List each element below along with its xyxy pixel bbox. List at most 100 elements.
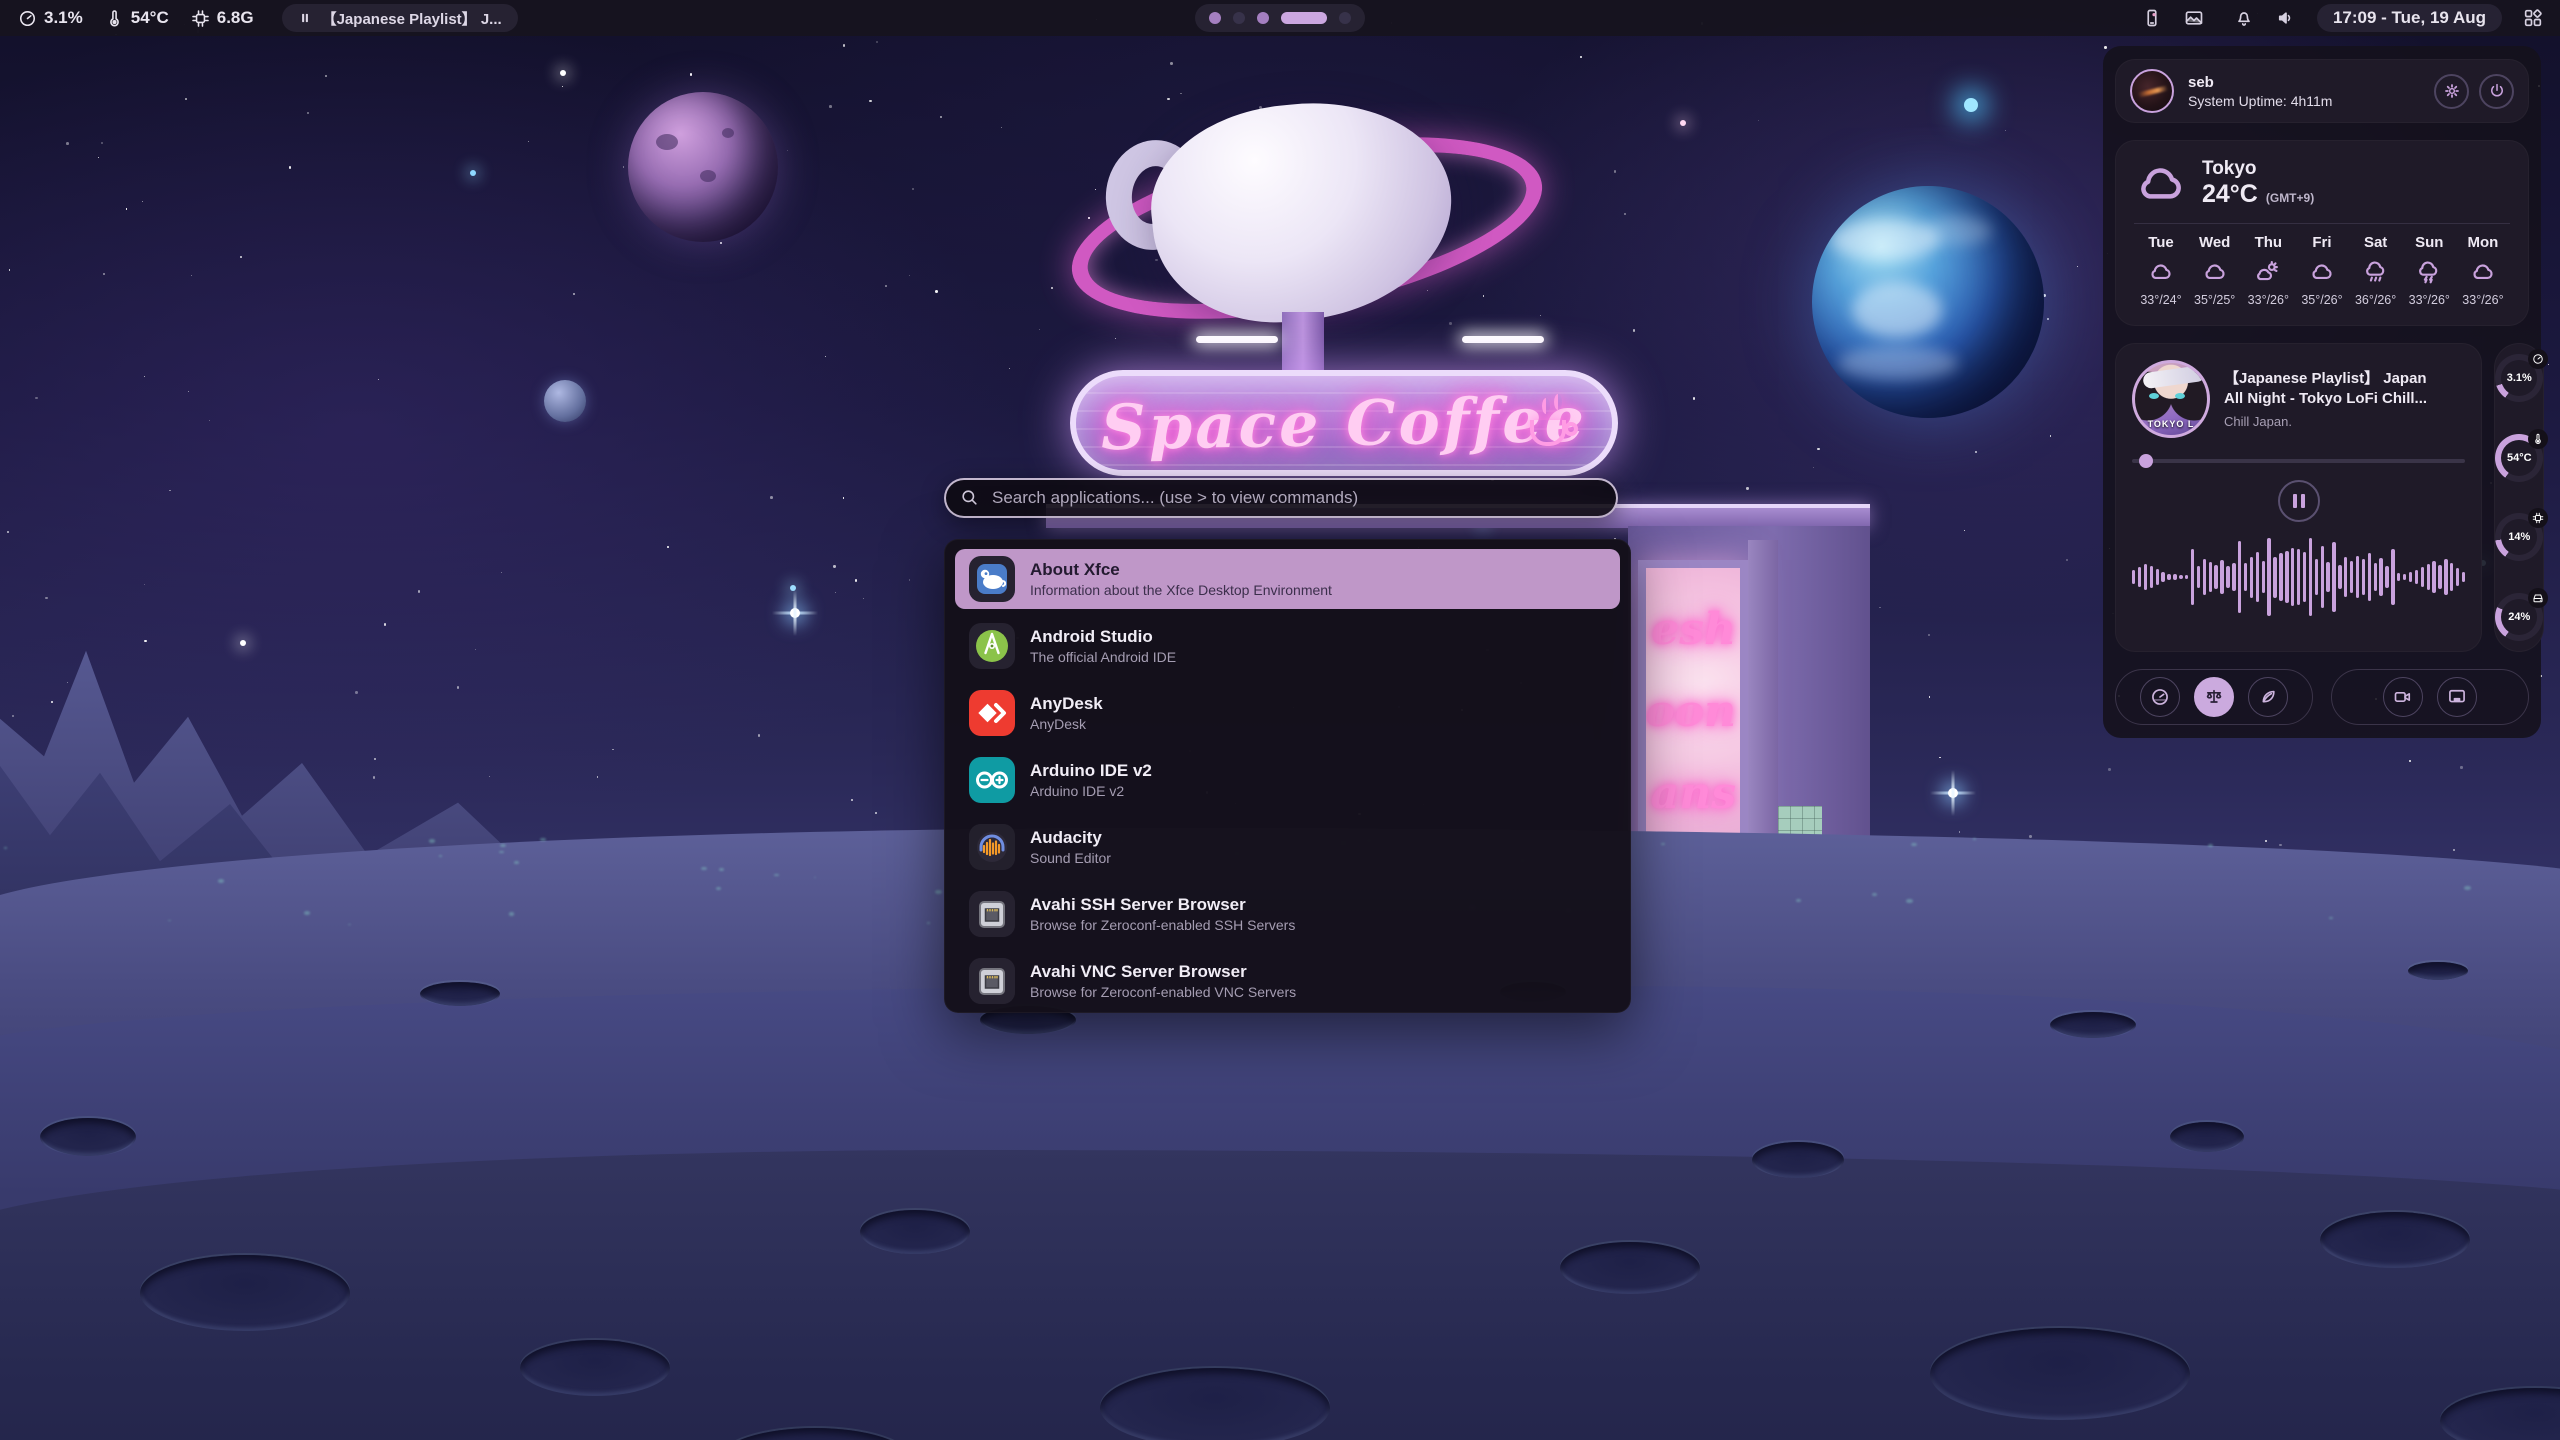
bell-icon[interactable] bbox=[2233, 7, 2255, 29]
search-input[interactable] bbox=[944, 478, 1618, 518]
forecast-day-label: Tue bbox=[2148, 234, 2174, 251]
track-artist: Chill Japan. bbox=[2224, 414, 2427, 429]
forecast-temps: 35°/26° bbox=[2301, 293, 2342, 307]
weather-forecast: Tue 33°/24° Wed 35°/25° Thu 33°/26° Fri … bbox=[2134, 234, 2510, 307]
gauge-icon bbox=[18, 9, 37, 28]
app-list-item[interactable]: Arduino IDE v2 Arduino IDE v2 bbox=[955, 750, 1620, 810]
top-bar: 3.1% 54°C 6.8G 【Japanese Playlist】 J... … bbox=[0, 0, 2560, 36]
app-description: Browse for Zeroconf-enabled SSH Servers bbox=[1030, 917, 1295, 933]
cloud-icon bbox=[2309, 259, 2335, 285]
crater bbox=[1752, 1142, 1844, 1178]
storm-icon bbox=[2416, 259, 2442, 285]
workspace-dot-occupied[interactable] bbox=[1257, 12, 1269, 24]
cpu-usage-value: 3.1% bbox=[44, 8, 83, 28]
workspace-dot-active[interactable] bbox=[1281, 12, 1327, 24]
stat-gauge: 3.1% bbox=[2495, 354, 2543, 402]
forecast-temps: 35°/25° bbox=[2194, 293, 2235, 307]
window-neon-text: oon bbox=[1645, 686, 1736, 737]
weather-temp: 24°C bbox=[2202, 180, 2258, 209]
forecast-temps: 36°/26° bbox=[2355, 293, 2396, 307]
sign-light bbox=[1196, 336, 1278, 343]
app-title: Avahi VNC Server Browser bbox=[1030, 962, 1296, 982]
app-description: Arduino IDE v2 bbox=[1030, 783, 1152, 799]
leaf-icon bbox=[2258, 687, 2278, 707]
forecast-day-label: Sat bbox=[2364, 234, 2387, 251]
avatar bbox=[2130, 69, 2174, 113]
app-list-item[interactable]: AnyDesk AnyDesk bbox=[955, 683, 1620, 743]
camera-icon bbox=[2393, 687, 2413, 707]
forecast-day: Thu 33°/26° bbox=[2243, 234, 2293, 307]
leaf-button[interactable] bbox=[2248, 677, 2288, 717]
workspace-indicator[interactable] bbox=[1195, 4, 1365, 32]
memory-value: 6.8G bbox=[217, 8, 254, 28]
workspace-dot-empty[interactable] bbox=[1233, 12, 1245, 24]
clock[interactable]: 17:09 - Tue, 19 Aug bbox=[2317, 4, 2502, 32]
progress-handle[interactable] bbox=[2139, 454, 2153, 468]
crater bbox=[520, 1340, 670, 1396]
forecast-day-label: Thu bbox=[2255, 234, 2283, 251]
media-pill[interactable]: 【Japanese Playlist】 J... bbox=[282, 4, 518, 32]
volume-icon[interactable] bbox=[2275, 7, 2297, 29]
overview-grid-icon[interactable] bbox=[2522, 7, 2544, 29]
audio-visualizer bbox=[2132, 536, 2465, 618]
user-card: seb System Uptime: 4h11m bbox=[2115, 59, 2529, 123]
speed-button[interactable] bbox=[2140, 677, 2180, 717]
network-icon bbox=[969, 958, 1015, 1004]
weather-timezone: (GMT+9) bbox=[2266, 191, 2314, 205]
sun-cloud-icon bbox=[2255, 259, 2281, 285]
thermometer-icon bbox=[2528, 429, 2548, 449]
stat-gauge: 14% bbox=[2495, 513, 2543, 561]
power-profile-group bbox=[2115, 669, 2313, 725]
shop-window: esh oon ans bbox=[1638, 560, 1748, 876]
weather-city: Tokyo bbox=[2202, 159, 2314, 180]
crater bbox=[2170, 1122, 2244, 1152]
crater bbox=[40, 1118, 136, 1156]
sign-light bbox=[1462, 336, 1544, 343]
scales-icon bbox=[2204, 687, 2224, 707]
forecast-day-label: Wed bbox=[2199, 234, 2230, 251]
audacity-icon bbox=[969, 824, 1015, 870]
stat-value: 24% bbox=[2508, 611, 2530, 623]
neon-sign-text: Space Coffee bbox=[1100, 382, 1587, 463]
track-title: 【Japanese Playlist】 Japan All Night - To… bbox=[2224, 369, 2427, 410]
network-icon bbox=[969, 891, 1015, 937]
power-button[interactable] bbox=[2479, 74, 2514, 109]
app-description: Browse for Zeroconf-enabled VNC Servers bbox=[1030, 984, 1296, 1000]
track-progress[interactable] bbox=[2132, 454, 2465, 468]
forecast-temps: 33°/24° bbox=[2140, 293, 2181, 307]
app-title: Audacity bbox=[1030, 828, 1111, 848]
play-pause-button[interactable] bbox=[2278, 480, 2320, 522]
crater bbox=[2050, 1012, 2136, 1038]
screenshot-icon[interactable] bbox=[2183, 7, 2205, 29]
forecast-day-label: Sun bbox=[2415, 234, 2443, 251]
media-player-card: TOKYO L 【Japanese Playlist】 Japan All Ni… bbox=[2115, 343, 2482, 652]
divider bbox=[2134, 223, 2510, 224]
app-list-item[interactable]: Avahi SSH Server Browser Browse for Zero… bbox=[955, 884, 1620, 944]
crater bbox=[420, 982, 500, 1006]
camera-button[interactable] bbox=[2383, 677, 2423, 717]
app-title: Arduino IDE v2 bbox=[1030, 761, 1152, 781]
forecast-day: Sat 36°/26° bbox=[2351, 234, 2401, 307]
scales-button[interactable] bbox=[2194, 677, 2234, 717]
cloud-icon bbox=[2148, 259, 2174, 285]
rain-icon bbox=[2363, 259, 2389, 285]
pause-icon bbox=[298, 11, 312, 25]
forecast-temps: 33°/26° bbox=[2409, 293, 2450, 307]
stat-value: 3.1% bbox=[2507, 372, 2532, 384]
app-list-item[interactable]: Avahi VNC Server Browser Browse for Zero… bbox=[955, 951, 1620, 1011]
app-list-item[interactable]: About Xfce Information about the Xfce De… bbox=[955, 549, 1620, 609]
workspace-dot-occupied[interactable] bbox=[1209, 12, 1221, 24]
app-list-item[interactable]: Audacity Sound Editor bbox=[955, 817, 1620, 877]
phone-connect-icon[interactable] bbox=[2141, 7, 2163, 29]
temperature-indicator: 54°C bbox=[105, 8, 169, 28]
settings-button[interactable] bbox=[2434, 74, 2469, 109]
system-uptime: System Uptime: 4h11m bbox=[2188, 93, 2332, 109]
control-center-panel: seb System Uptime: 4h11m Tokyo 24°C (GMT… bbox=[2103, 46, 2541, 738]
forecast-day: Mon 33°/26° bbox=[2458, 234, 2508, 307]
app-list-item[interactable]: Android Studio The official Android IDE bbox=[955, 616, 1620, 676]
screenshot-button[interactable] bbox=[2437, 677, 2477, 717]
speed-icon bbox=[2150, 687, 2170, 707]
android-studio-icon bbox=[969, 623, 1015, 669]
workspace-dot-empty[interactable] bbox=[1339, 12, 1351, 24]
xfce-icon bbox=[969, 556, 1015, 602]
